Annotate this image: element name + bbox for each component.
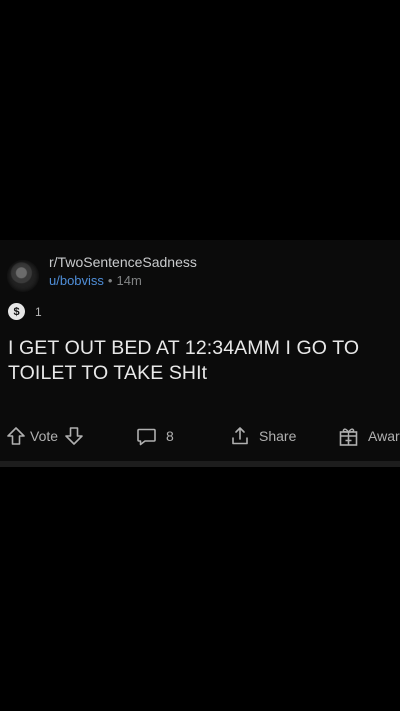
vote-control: Vote [6, 422, 84, 450]
post-title[interactable]: I GET OUT BED AT 12:34AMM I GO TO TOILET… [8, 336, 393, 386]
comment-count: 8 [166, 428, 174, 444]
action-bar: Vote 8 Share Awar [0, 422, 400, 450]
subreddit-name[interactable]: r/TwoSentenceSadness [49, 254, 197, 270]
share-label: Share [259, 428, 297, 444]
card-divider [0, 461, 400, 467]
award-button[interactable]: Awar [338, 422, 400, 450]
comment-bubble-icon [136, 426, 157, 447]
downvote-arrow-icon[interactable] [64, 426, 84, 446]
meta-separator: • [107, 273, 113, 288]
post-meta: u/bobviss • 14m [49, 273, 142, 288]
award-label: Awar [368, 428, 400, 444]
post-header: r/TwoSentenceSadness u/bobviss • 14m [0, 248, 400, 292]
post-title-line-1: I GET OUT BED AT 12:34AMM I GO TO [8, 337, 360, 359]
post-card[interactable]: r/TwoSentenceSadness u/bobviss • 14m $ 1 I… [0, 240, 400, 466]
username-link[interactable]: u/bobviss [49, 273, 104, 288]
award-count: 1 [35, 305, 42, 319]
award-badge-icon: $ [8, 303, 25, 320]
share-icon [230, 426, 250, 446]
upvote-arrow-icon[interactable] [6, 426, 26, 446]
share-button[interactable]: Share [230, 422, 296, 450]
post-age: 14m [116, 273, 142, 288]
gift-award-icon [338, 426, 359, 447]
post-title-line-2: TOILET TO TAKE SHIt [8, 362, 208, 384]
comments-button[interactable]: 8 [136, 422, 174, 450]
subreddit-avatar[interactable] [7, 260, 39, 292]
vote-label: Vote [30, 428, 59, 444]
